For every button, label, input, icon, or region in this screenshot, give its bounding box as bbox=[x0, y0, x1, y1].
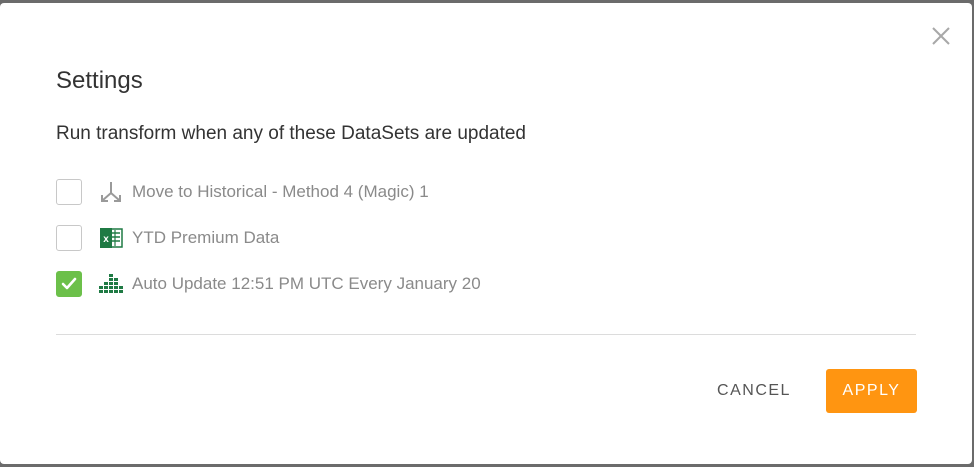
svg-text:x: x bbox=[103, 234, 109, 245]
dataset-row[interactable]: Auto Update 12:51 PM UTC Every January 2… bbox=[56, 270, 916, 298]
dataset-list: Move to Historical - Method 4 (Magic) 1 … bbox=[56, 178, 916, 316]
dataset-checkbox[interactable] bbox=[56, 271, 82, 297]
close-icon bbox=[932, 27, 950, 45]
settings-dialog: Settings Run transform when any of these… bbox=[0, 3, 972, 464]
divider bbox=[56, 334, 916, 335]
close-button[interactable] bbox=[930, 25, 952, 47]
dataset-label: YTD Premium Data bbox=[132, 228, 280, 247]
dataset-row[interactable]: x YTD Premium Data bbox=[56, 224, 916, 252]
excel-icon: x bbox=[98, 225, 124, 251]
dataset-label: Auto Update 12:51 PM UTC Every January 2… bbox=[132, 274, 481, 293]
dataset-row[interactable]: Move to Historical - Method 4 (Magic) 1 bbox=[56, 178, 916, 206]
dataset-label: Move to Historical - Method 4 (Magic) 1 bbox=[132, 182, 429, 201]
cancel-button[interactable]: CANCEL bbox=[706, 369, 802, 413]
dataset-bars-icon bbox=[98, 271, 124, 297]
checkmark-icon bbox=[61, 277, 77, 290]
dataflow-merge-icon bbox=[98, 179, 124, 205]
dialog-subtitle: Run transform when any of these DataSets… bbox=[56, 123, 526, 144]
dialog-title: Settings bbox=[56, 67, 143, 94]
apply-button[interactable]: APPLY bbox=[826, 369, 917, 413]
dataset-checkbox[interactable] bbox=[56, 225, 82, 251]
dataset-checkbox[interactable] bbox=[56, 179, 82, 205]
